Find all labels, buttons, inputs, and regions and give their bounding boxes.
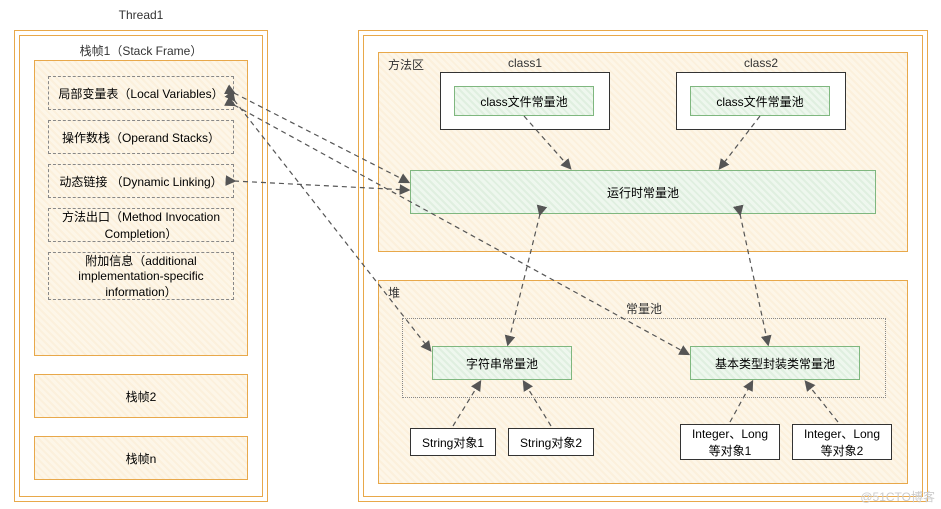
stack-frame-1-title: 栈帧1（Stack Frame） — [34, 44, 248, 60]
string-obj-1-label: String对象1 — [422, 434, 484, 451]
class2-title: class2 — [676, 56, 846, 72]
stack-frame-n: 栈帧n — [34, 436, 248, 480]
thread-title: Thread1 — [14, 8, 268, 24]
class1-pool-label: class文件常量池 — [480, 93, 567, 110]
integer-obj-1: Integer、Long 等对象1 — [680, 424, 780, 460]
runtime-constant-pool-label: 运行时常量池 — [607, 184, 679, 201]
wrapper-pool: 基本类型封装类常量池 — [690, 346, 860, 380]
local-variables-box: 局部变量表（Local Variables） — [48, 76, 234, 110]
string-obj-2-label: String对象2 — [520, 434, 582, 451]
operand-stacks-box: 操作数栈（Operand Stacks） — [48, 120, 234, 154]
stack-frame-2-label: 栈帧2 — [126, 388, 157, 405]
dynamic-linking-box: 动态链接 （Dynamic Linking） — [48, 164, 234, 198]
operand-stacks-label: 操作数栈（Operand Stacks） — [62, 129, 220, 146]
string-pool-label: 字符串常量池 — [466, 355, 538, 372]
method-exit-box: 方法出口（Method Invocation Completion） — [48, 208, 234, 242]
string-obj-1: String对象1 — [410, 428, 496, 456]
extra-info-box: 附加信息（additional implementation-specific … — [48, 252, 234, 300]
string-obj-2: String对象2 — [508, 428, 594, 456]
method-area-title: 方法区 — [388, 58, 424, 74]
string-pool: 字符串常量池 — [432, 346, 572, 380]
watermark: @51CTO博客 — [860, 488, 935, 505]
integer-obj-2: Integer、Long 等对象2 — [792, 424, 892, 460]
class2-pool: class文件常量池 — [690, 86, 830, 116]
integer-obj-2-label: Integer、Long 等对象2 — [797, 425, 887, 459]
heap-title: 堆 — [388, 286, 400, 302]
wrapper-pool-label: 基本类型封装类常量池 — [715, 355, 835, 372]
class1-pool: class文件常量池 — [454, 86, 594, 116]
runtime-constant-pool: 运行时常量池 — [410, 170, 876, 214]
local-variables-label: 局部变量表（Local Variables） — [58, 85, 223, 102]
method-exit-label: 方法出口（Method Invocation Completion） — [53, 208, 229, 242]
stack-frame-2: 栈帧2 — [34, 374, 248, 418]
extra-info-label: 附加信息（additional implementation-specific … — [53, 252, 229, 300]
dynamic-linking-label: 动态链接 （Dynamic Linking） — [59, 173, 222, 190]
integer-obj-1-label: Integer、Long 等对象1 — [685, 425, 775, 459]
stack-frame-n-label: 栈帧n — [126, 450, 157, 467]
class1-title: class1 — [440, 56, 610, 72]
class2-pool-label: class文件常量池 — [716, 93, 803, 110]
heap-pool-title: 常量池 — [402, 302, 886, 318]
